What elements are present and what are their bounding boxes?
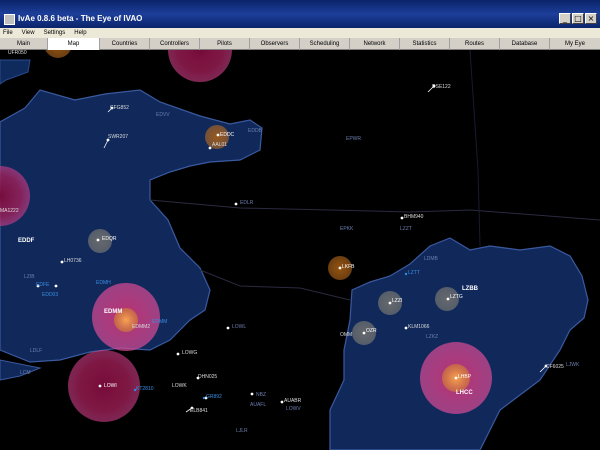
map-label: EPWR	[346, 136, 361, 142]
tab-observers[interactable]: Observers	[250, 38, 300, 50]
map-label: LOWK	[172, 383, 187, 389]
map-label: EDDB	[248, 128, 262, 134]
map-label: LOWI	[104, 383, 117, 389]
menu-view[interactable]: View	[22, 28, 35, 38]
map-label: LZIB	[24, 274, 35, 280]
map-label: LDLF	[30, 348, 43, 354]
map-label: LCM	[20, 370, 31, 376]
map-label: KT2810	[136, 386, 154, 392]
border-line	[469, 50, 481, 247]
map-label: LHBP	[458, 374, 472, 380]
tab-statistics[interactable]: Statistics	[400, 38, 450, 50]
map-label: EDQR	[102, 236, 117, 242]
map-label: CFG852	[110, 105, 129, 111]
map-label: LKFB	[342, 264, 355, 270]
border-line	[199, 269, 351, 301]
map-label: LHCC	[456, 390, 473, 396]
map-canvas[interactable]	[0, 50, 600, 450]
map-label: NBZ	[256, 392, 266, 398]
map-label: EDD03	[42, 292, 59, 298]
map-label: LZBB	[462, 286, 478, 292]
map-label: EDFE	[36, 282, 50, 288]
map-label: LOWL	[232, 324, 247, 330]
tab-countries[interactable]: Countries	[100, 38, 150, 50]
maximize-icon[interactable]: □	[572, 13, 584, 24]
map-label: AUABR	[284, 398, 302, 404]
menu-file[interactable]: File	[3, 28, 13, 38]
map-label: EDLR	[240, 200, 254, 206]
title-bar: IvAe 0.8.6 beta - The Eye of IVAO _ □ ×	[0, 0, 600, 28]
map-label: KLM1066	[408, 324, 430, 330]
map-label: LJLR	[236, 428, 248, 434]
tab-map[interactable]: Map	[48, 38, 100, 50]
fir-region-west	[0, 59, 31, 85]
map-label: EDDC	[220, 132, 235, 138]
map-label: LH0736	[64, 258, 82, 264]
map-label: DSE122	[432, 84, 451, 90]
map-label: BHM940	[404, 214, 424, 220]
map-label: LOWV	[286, 406, 301, 412]
map-label: EDDF	[18, 238, 35, 244]
map-label: EDMM2	[132, 324, 151, 330]
tab-my-eye[interactable]: My Eye	[550, 38, 600, 50]
tab-routes[interactable]: Routes	[450, 38, 500, 50]
menu-bar: File View Settings Help	[0, 28, 600, 38]
minimize-icon[interactable]: _	[559, 13, 571, 24]
tab-controllers[interactable]: Controllers	[150, 38, 200, 50]
map-label: AUAFL	[250, 402, 267, 408]
map-label: UFR050	[8, 50, 27, 56]
map-label: OMM	[340, 332, 353, 338]
menu-help[interactable]: Help	[74, 28, 86, 38]
map-label: MA1222	[0, 208, 19, 214]
tab-bar: Main Map Countries Controllers Pilots Ob…	[0, 38, 600, 50]
map-label: CF6025	[546, 364, 564, 370]
close-icon[interactable]: ×	[585, 13, 597, 24]
map-label: LZTT	[408, 270, 420, 276]
map-label: DHN025	[198, 374, 218, 380]
map-label: ELB841	[190, 408, 208, 414]
map-label: EPKK	[340, 226, 354, 232]
menu-settings[interactable]: Settings	[44, 28, 66, 38]
map-label: LZKZ	[426, 334, 439, 340]
map-label: EDMH	[96, 280, 111, 286]
map-label: LJWK	[566, 362, 580, 368]
map-label: GR892	[206, 394, 222, 400]
border-line	[149, 199, 600, 221]
map-label: LOWG	[182, 350, 198, 356]
tab-network[interactable]: Network	[350, 38, 400, 50]
window-title: IvAe 0.8.6 beta - The Eye of IVAO	[18, 14, 143, 23]
controller-circle-top-left	[45, 50, 71, 58]
map-label: EDMM	[104, 309, 123, 315]
tab-main[interactable]: Main	[0, 38, 48, 50]
app-icon	[4, 14, 15, 25]
map-view[interactable]: UFR050 CFG852 SWR207 EDDC AAL01 EDDB EPW…	[0, 50, 600, 450]
map-label: SWR207	[108, 134, 129, 140]
map-label: LDMB	[424, 256, 438, 262]
app-window: IvAe 0.8.6 beta - The Eye of IVAO _ □ × …	[0, 0, 600, 450]
map-label: AAL01	[212, 142, 228, 148]
tab-pilots[interactable]: Pilots	[200, 38, 250, 50]
map-label: LZZT	[400, 226, 412, 232]
map-label: EDVV	[156, 112, 170, 118]
map-label: LZZI	[392, 298, 403, 304]
tab-database[interactable]: Database	[500, 38, 550, 50]
map-label: EDMM	[152, 319, 168, 325]
tab-scheduling[interactable]: Scheduling	[300, 38, 350, 50]
controller-circle-top	[168, 50, 232, 82]
map-label: OZR	[366, 328, 377, 334]
map-label: LZTG	[450, 294, 463, 300]
